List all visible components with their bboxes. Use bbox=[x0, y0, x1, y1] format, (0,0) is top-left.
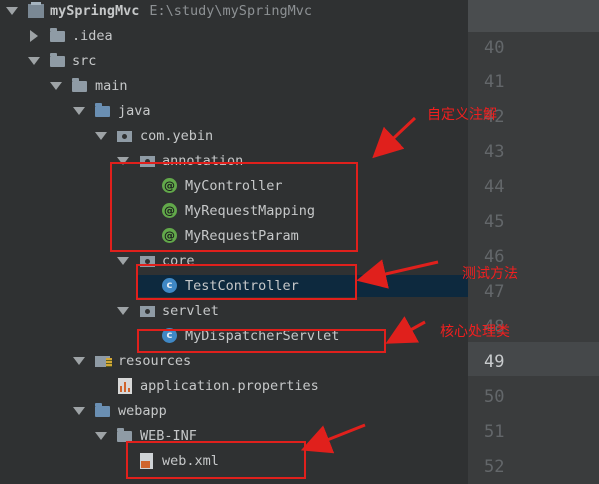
arrow-to-annotations bbox=[372, 116, 417, 159]
arrow-to-test-controller bbox=[356, 259, 439, 289]
arrow-to-web-xml bbox=[300, 423, 366, 454]
note-test-method: 测试方法 bbox=[462, 266, 518, 282]
arrow-to-dispatcher-servlet bbox=[385, 316, 426, 344]
note-custom-annotation: 自定义注解 bbox=[427, 107, 497, 123]
annotation-arrows bbox=[300, 116, 439, 454]
note-core-class: 核心处理类 bbox=[440, 324, 510, 340]
